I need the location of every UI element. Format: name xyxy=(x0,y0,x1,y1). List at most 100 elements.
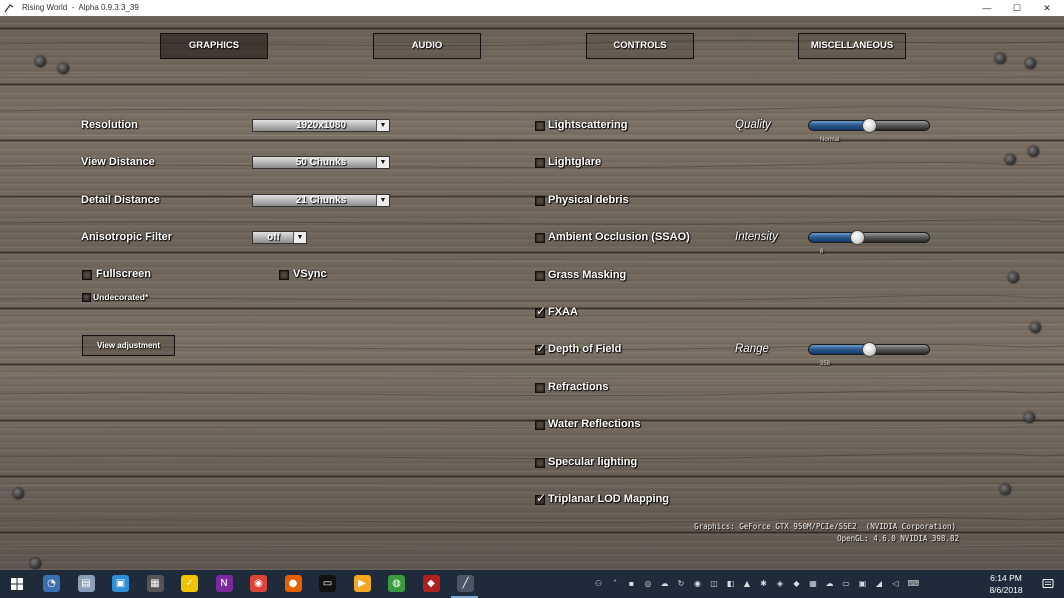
clock[interactable]: 6:14 PM 8/6/2018 xyxy=(980,572,1032,596)
person-icon[interactable]: ⚇ xyxy=(594,579,603,588)
media-player-icon[interactable]: ▶ xyxy=(353,575,371,592)
intensity-value: 8 xyxy=(820,249,824,255)
tab-audio[interactable]: AUDIO xyxy=(373,33,481,59)
grass-masking-label: Grass Masking xyxy=(548,269,627,281)
windows-logo-icon[interactable] xyxy=(11,578,23,590)
bluetooth-icon[interactable]: ✱ xyxy=(759,579,768,588)
lightscattering-checkbox[interactable] xyxy=(535,121,545,131)
minimize-button[interactable]: — xyxy=(972,0,1002,16)
tab-graphics[interactable]: GRAPHICS xyxy=(160,33,268,59)
display-icon[interactable]: ▣ xyxy=(858,579,867,588)
grass-masking-checkbox[interactable] xyxy=(535,271,545,281)
resolution-value: 1920x1080 xyxy=(295,120,347,131)
resolution-dropdown[interactable]: 1920x1080 ▼ xyxy=(252,119,390,132)
nail-decoration xyxy=(1028,146,1039,157)
razer-icon[interactable]: ◆ xyxy=(422,575,440,592)
sync-icon[interactable]: ↻ xyxy=(677,579,686,588)
clock-time: 6:14 PM xyxy=(990,573,1022,583)
checkmark-icon: ✓ xyxy=(536,341,547,355)
graphics-info: Graphics: GeForce GTX 950M/PCIe/SSE2 (NV… xyxy=(694,522,956,531)
close-button[interactable]: ✕ xyxy=(1032,0,1062,16)
globe-icon[interactable]: ◍ xyxy=(388,575,405,592)
ssao-checkbox[interactable] xyxy=(535,233,545,243)
detail-distance-value: 21 Chunks xyxy=(295,195,347,206)
nail-decoration xyxy=(1005,154,1016,165)
undecorated-checkbox[interactable] xyxy=(82,293,91,302)
depth-of-field-checkbox[interactable]: ✓ xyxy=(535,341,546,355)
rising-world-icon[interactable]: ╱ xyxy=(457,575,474,592)
photos-icon[interactable]: ▣ xyxy=(112,575,129,592)
app-icon xyxy=(4,4,14,13)
fxaa-label: FXAA xyxy=(548,306,578,318)
quality-value: Normal xyxy=(820,137,840,143)
nail-decoration xyxy=(1030,322,1041,333)
chrome-icon[interactable]: ◉ xyxy=(250,575,267,592)
shield-tray-icon[interactable]: ◈ xyxy=(776,579,785,588)
network-icon[interactable]: ▦ xyxy=(809,579,818,588)
media-tray-icon[interactable]: ◧ xyxy=(726,579,735,588)
search-tray-icon[interactable]: ◎ xyxy=(644,579,653,588)
quality-slider-knob[interactable] xyxy=(862,118,877,133)
terminal-icon[interactable]: ▭ xyxy=(319,575,336,592)
tray-app-icon[interactable]: ▪ xyxy=(627,579,636,588)
norton-icon[interactable]: ✓ xyxy=(181,575,198,592)
detail-distance-dropdown[interactable]: 21 Chunks ▼ xyxy=(252,194,390,207)
vsync-checkbox[interactable] xyxy=(279,270,289,280)
specular-lighting-checkbox[interactable] xyxy=(535,458,545,468)
checkmark-icon: ✓ xyxy=(536,304,547,318)
tab-miscellaneous[interactable]: MISCELLANEOUS xyxy=(798,33,906,59)
nail-decoration xyxy=(30,558,41,569)
paint-icon[interactable]: ◔ xyxy=(43,575,60,592)
onedrive-icon[interactable]: ☁ xyxy=(825,579,834,588)
depth-of-field-label: Depth of Field xyxy=(548,343,622,355)
wood-background xyxy=(0,39,1064,548)
refractions-checkbox[interactable] xyxy=(535,383,545,393)
range-value: 358 xyxy=(820,361,831,367)
tab-controls[interactable]: CONTROLS xyxy=(586,33,694,59)
nail-decoration xyxy=(1008,272,1019,283)
notification-icon[interactable] xyxy=(1042,578,1054,590)
nail-decoration xyxy=(1000,484,1011,495)
view-adjustment-button[interactable]: View adjustment xyxy=(82,335,175,356)
norton-tray-icon[interactable]: ◉ xyxy=(693,579,702,588)
nail-decoration xyxy=(58,63,69,74)
anisotropic-filter-dropdown[interactable]: off ▼ xyxy=(252,231,307,244)
maximize-button[interactable]: ☐ xyxy=(1002,0,1032,16)
nvidia-icon[interactable]: ▲ xyxy=(743,579,752,588)
chevron-down-icon: ▼ xyxy=(293,232,306,243)
range-slider-fill xyxy=(809,345,869,354)
explorer-icon[interactable]: ▤ xyxy=(77,575,95,592)
fullscreen-checkbox[interactable] xyxy=(82,270,92,280)
triplanar-lod-label: Triplanar LOD Mapping xyxy=(548,493,670,505)
language-icon[interactable]: ⌨ xyxy=(908,579,920,588)
intensity-slider-knob[interactable] xyxy=(849,230,865,245)
range-slider-knob[interactable] xyxy=(862,342,877,357)
firefox-icon[interactable]: ● xyxy=(284,575,302,592)
lightglare-checkbox[interactable] xyxy=(535,158,545,168)
nail-decoration xyxy=(995,53,1006,64)
taskbar: ◔ ▤ ▣ ▦ ✓ N ◉ ● ▭ ▶ ◍ ◆ ╱ ⚇ ˄ ▪ ◎ ☁ ↻ ◉ ◫ ◧ ▲ ✱ ◈ ◆ ▦ ☁ ▭ ▣ ◢ ◁ ⌨ 6:14 … xyxy=(0,570,1064,598)
view-distance-dropdown[interactable]: 50 Chunks ▼ xyxy=(252,156,390,169)
wifi-icon[interactable]: ◢ xyxy=(875,579,884,588)
calculator-icon[interactable]: ▦ xyxy=(146,575,164,592)
anisotropic-filter-label: Anisotropic Filter xyxy=(81,231,173,243)
physical-debris-label: Physical debris xyxy=(548,194,629,206)
physical-debris-checkbox[interactable] xyxy=(535,196,545,206)
chevron-up-icon[interactable]: ˄ xyxy=(611,579,620,588)
chevron-down-icon: ▼ xyxy=(376,120,389,131)
dropbox-icon[interactable]: ◆ xyxy=(792,579,801,588)
view-distance-value: 50 Chunks xyxy=(295,157,347,168)
detail-distance-label: Detail Distance xyxy=(81,194,160,206)
checkmark-icon: ✓ xyxy=(536,491,547,505)
cloud-icon[interactable]: ☁ xyxy=(660,579,669,588)
fxaa-checkbox[interactable]: ✓ xyxy=(535,304,546,318)
monitor-icon[interactable]: ▭ xyxy=(842,579,851,588)
onenote-icon[interactable]: N xyxy=(215,575,233,592)
volume-icon[interactable]: ◁ xyxy=(891,579,900,588)
ssao-label: Ambient Occlusion (SSAO) xyxy=(548,231,690,243)
water-reflections-checkbox[interactable] xyxy=(535,420,545,430)
phone-icon[interactable]: ◫ xyxy=(710,579,719,588)
triplanar-lod-checkbox[interactable]: ✓ xyxy=(535,491,546,505)
undecorated-label: Undecorated* xyxy=(93,292,149,302)
intensity-slider[interactable] xyxy=(808,232,930,243)
